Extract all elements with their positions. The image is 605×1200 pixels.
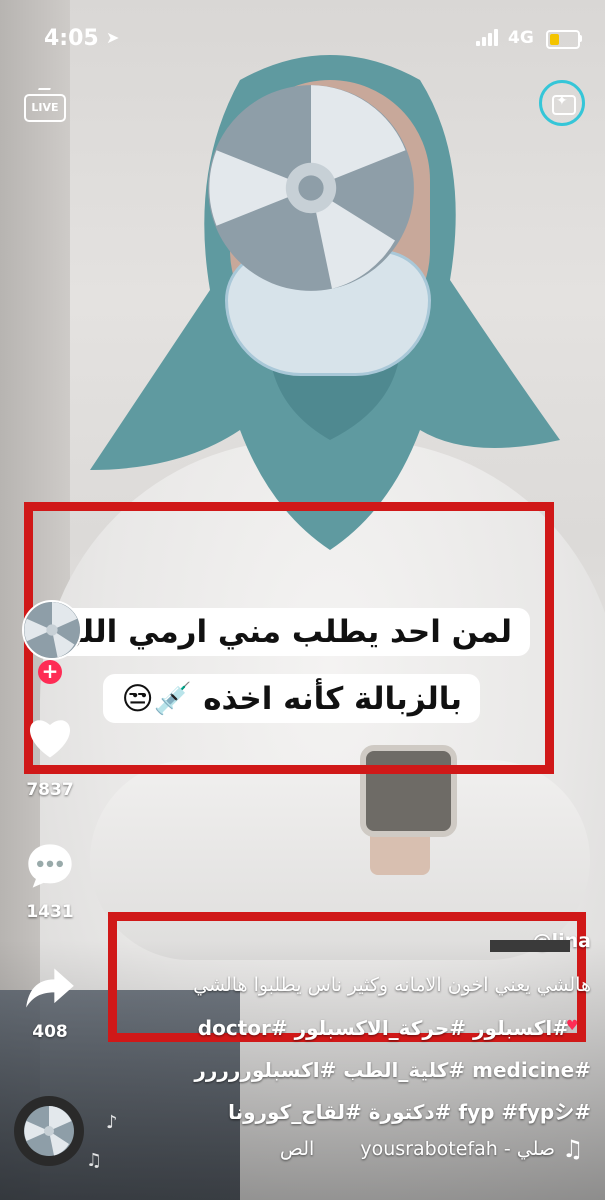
like-count: 7837	[26, 780, 74, 800]
hashtags-line-3[interactable]: #fyp #fypシ #دكتورة #لقاح_كورونا	[228, 1096, 591, 1125]
username-redaction	[490, 940, 570, 952]
sparkle-icon: ✦	[556, 93, 568, 109]
share-count: 408	[32, 1022, 68, 1042]
music-note-icon: ♫	[562, 1135, 584, 1163]
video-feed-screen: 4:05 ➤ 4G LIVE ✦ لمن احد يطلب مني ارمي ا…	[0, 0, 605, 1200]
location-arrow-icon: ➤	[106, 28, 120, 47]
battery-tip	[579, 35, 582, 42]
creator-avatar[interactable]	[22, 600, 82, 660]
music-title[interactable]: الص yousrabotefah - صلي	[280, 1138, 555, 1160]
disc-record-icon	[24, 1106, 74, 1156]
status-time: 4:05	[44, 26, 99, 51]
hashtags-line-2[interactable]: #medicine #كلية_الطب #اكسبلوررررر	[194, 1058, 591, 1082]
comment-count: 1431	[26, 902, 74, 922]
disc-avatar-icon	[24, 602, 80, 658]
floating-note-icon: ♪	[106, 1112, 118, 1133]
live-label: LIVE	[24, 94, 66, 122]
floating-note-icon-2: ♫	[86, 1150, 103, 1171]
music-name: yousrabotefah - صلي	[360, 1138, 555, 1160]
hashtags-line-1[interactable]: #اكسبلور #حركة_الاكسبلور #doctor	[198, 1016, 569, 1040]
network-type: 4G	[508, 28, 534, 48]
signal-strength-icon	[476, 28, 504, 46]
effects-camera-button[interactable]: ✦	[539, 80, 585, 126]
live-button[interactable]: LIVE	[24, 88, 66, 122]
follow-plus-button[interactable]: +	[38, 660, 62, 684]
music-suffix: الص	[279, 1138, 315, 1160]
post-description[interactable]: هالشي يعني اخون الامانه وكثير ناس يطلبوا…	[193, 974, 591, 996]
battery-icon	[546, 30, 580, 49]
music-disc-button[interactable]	[14, 1096, 84, 1166]
disc-sticker-face	[208, 85, 414, 291]
annotation-box-caption	[24, 502, 554, 774]
share-arrow-icon[interactable]	[24, 962, 76, 1014]
like-heart-icon[interactable]	[24, 712, 76, 764]
comment-bubble-icon[interactable]	[24, 840, 76, 892]
